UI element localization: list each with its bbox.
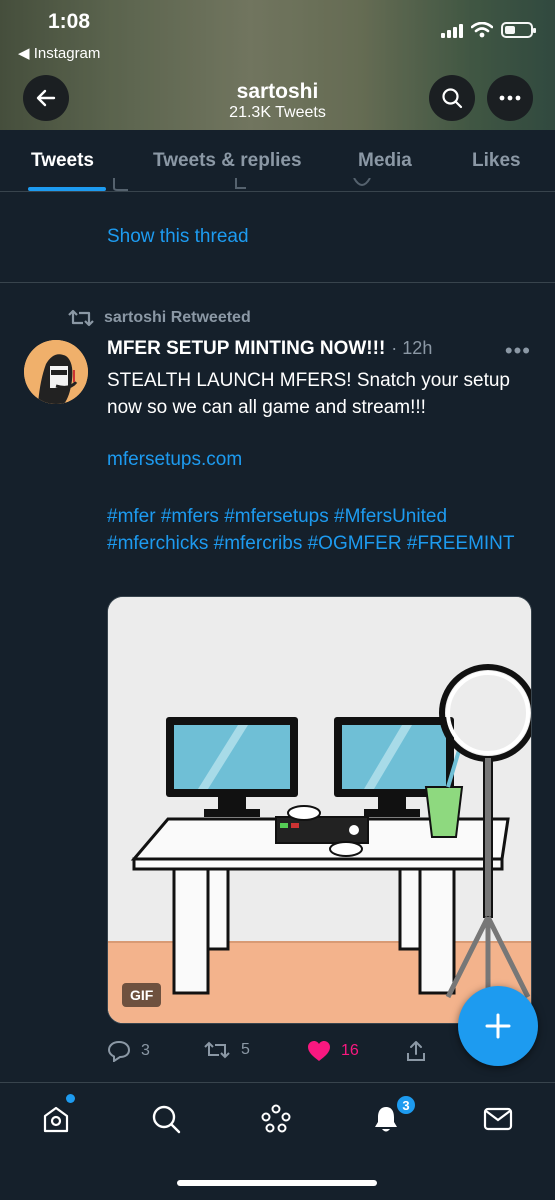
reply-icon — [107, 1040, 131, 1062]
home-icon — [43, 1106, 69, 1133]
spaces-icon — [261, 1104, 291, 1133]
home-unread-dot — [66, 1094, 75, 1103]
back-to-instagram[interactable]: ◀ Instagram — [18, 44, 100, 62]
more-options-button[interactable] — [487, 75, 533, 121]
retweet-icon — [68, 309, 94, 327]
tweet-media[interactable]: GIF — [107, 596, 532, 1024]
nav-search[interactable] — [148, 1101, 184, 1137]
tweet-actions: 3 5 16 — [107, 1040, 437, 1064]
share-button[interactable] — [405, 1040, 427, 1062]
nav-messages[interactable] — [480, 1101, 516, 1137]
home-indicator — [177, 1180, 377, 1186]
tweet-header: MFER SETUP MINTING NOW!!! · 12h — [107, 338, 432, 360]
wifi-icon — [471, 22, 493, 38]
signal-icon — [441, 22, 463, 38]
tweet-time[interactable]: · 12h — [391, 338, 432, 359]
avatar[interactable] — [24, 340, 88, 404]
search-icon — [152, 1105, 181, 1134]
tweet-divider — [0, 282, 555, 283]
retweet-icon — [235, 178, 246, 189]
plus-icon — [485, 1013, 511, 1039]
like-button[interactable]: 16 — [307, 1040, 359, 1062]
notification-badge: 3 — [395, 1094, 417, 1116]
share-icon — [407, 1041, 425, 1061]
tweet-link[interactable]: mfersetups.com — [107, 449, 242, 471]
tweet-text: STEALTH LAUNCH MFERS! Snatch your setup … — [107, 370, 510, 418]
display-name[interactable]: MFER SETUP MINTING NOW!!! — [107, 338, 385, 360]
status-icons — [441, 22, 536, 38]
nav-home[interactable] — [38, 1101, 74, 1137]
gif-badge: GIF — [122, 983, 162, 1007]
mail-icon — [483, 1107, 513, 1131]
like-count: 16 — [341, 1042, 359, 1059]
tweet-more-button[interactable]: ••• — [505, 338, 531, 364]
reply-count: 3 — [141, 1042, 150, 1059]
search-icon — [442, 88, 463, 109]
tab-tweets[interactable]: Tweets — [31, 150, 94, 172]
reply-button[interactable]: 3 — [107, 1040, 150, 1062]
retweet-icon — [204, 1041, 230, 1059]
like-icon — [353, 178, 371, 186]
heart-icon — [308, 1041, 330, 1061]
more-icon — [499, 95, 521, 101]
gaming-setup-illustration — [108, 597, 531, 1023]
retweet-button[interactable]: 5 — [203, 1040, 250, 1060]
search-button[interactable] — [429, 75, 475, 121]
nav-spaces[interactable] — [258, 1101, 294, 1137]
show-thread-link[interactable]: Show this thread — [107, 226, 249, 248]
tab-media[interactable]: Media — [358, 150, 412, 172]
retweet-count: 5 — [241, 1041, 250, 1058]
tweet-hashtags[interactable]: #mfer #mfers #mfersetups #MfersUnited #m… — [107, 503, 537, 557]
retweet-label: sartoshi Retweeted — [104, 309, 251, 326]
retweet-context[interactable]: sartoshi Retweeted — [68, 308, 251, 328]
tab-tweets-replies[interactable]: Tweets & replies — [153, 150, 302, 172]
tab-likes[interactable]: Likes — [472, 150, 521, 172]
previous-tweet-actions — [112, 178, 472, 196]
active-tab-indicator — [28, 187, 106, 191]
compose-tweet-button[interactable] — [458, 986, 538, 1066]
status-time: 1:08 — [48, 10, 91, 33]
battery-icon — [501, 22, 536, 38]
reply-icon — [113, 178, 128, 191]
avatar-image — [24, 340, 88, 404]
